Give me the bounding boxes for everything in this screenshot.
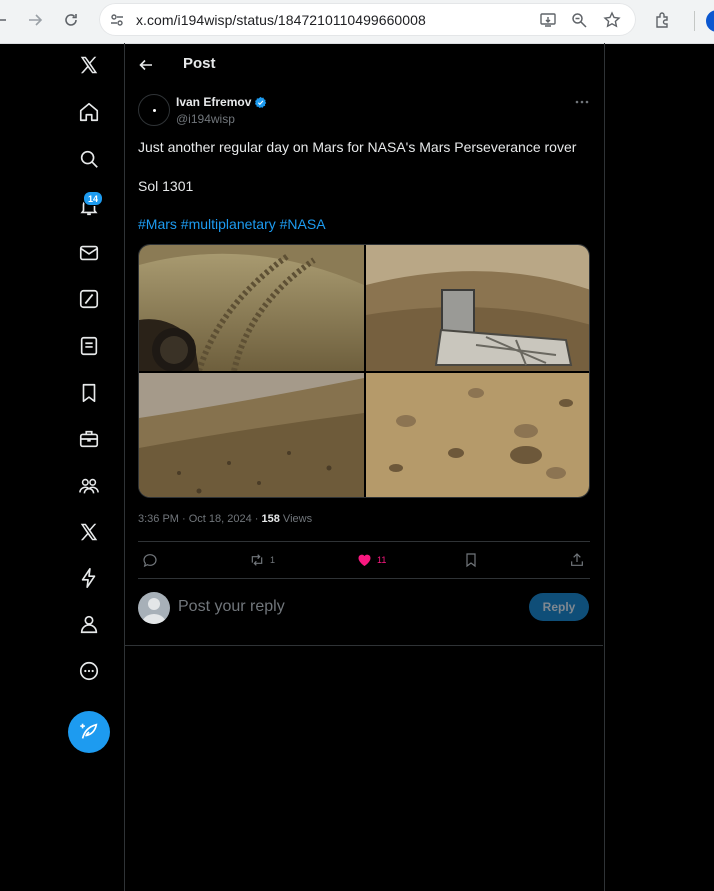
notifications-badge: 14 bbox=[83, 191, 103, 206]
mars-photo-2[interactable] bbox=[366, 245, 589, 371]
profile-icon[interactable] bbox=[74, 609, 104, 639]
share-icon bbox=[571, 553, 583, 566]
bookmark-action[interactable] bbox=[463, 548, 479, 572]
site-info-icon[interactable] bbox=[107, 10, 127, 30]
share-action[interactable] bbox=[569, 548, 585, 572]
toolbar-divider bbox=[694, 11, 695, 31]
post-hashtags: #Mars #multiplanetary #NASA bbox=[138, 216, 326, 232]
views-label: Views bbox=[279, 513, 313, 525]
current-user-avatar bbox=[138, 592, 170, 624]
reload-icon[interactable] bbox=[57, 6, 85, 34]
repost-count: 1 bbox=[270, 555, 276, 565]
x-logo-icon[interactable] bbox=[74, 50, 104, 80]
like-count: 11 bbox=[377, 555, 387, 565]
author-name-text: Ivan Efremov bbox=[176, 95, 252, 109]
mars-photo-3[interactable] bbox=[139, 373, 364, 497]
author-handle[interactable]: @i194wisp bbox=[176, 112, 235, 126]
address-bar[interactable]: x.com/i194wisp/status/184721011049966000… bbox=[99, 3, 636, 36]
repost-action[interactable]: 1 bbox=[248, 548, 275, 572]
home-icon[interactable] bbox=[74, 97, 104, 127]
extensions-icon[interactable] bbox=[649, 6, 677, 34]
hashtag-multiplanetary[interactable]: #multiplanetary bbox=[181, 216, 276, 232]
author-avatar[interactable] bbox=[138, 94, 170, 126]
bookmark-icon[interactable] bbox=[74, 378, 104, 408]
heart-filled-icon bbox=[358, 554, 371, 566]
bookmark-star-icon[interactable] bbox=[602, 10, 622, 30]
hashtag-nasa[interactable]: #NASA bbox=[280, 216, 326, 232]
repost-icon bbox=[251, 554, 263, 566]
compose-post-button[interactable] bbox=[68, 711, 110, 753]
search-icon[interactable] bbox=[74, 144, 104, 174]
more-options-icon[interactable] bbox=[570, 92, 594, 112]
premium-x-icon[interactable] bbox=[74, 517, 104, 547]
url-text: x.com/i194wisp/status/184721011049966000… bbox=[136, 12, 426, 28]
post-meta: 3:36 PM · Oct 18, 2024 · 158 Views bbox=[138, 513, 312, 525]
profile-avatar-icon[interactable] bbox=[706, 10, 714, 32]
page-title: Post bbox=[183, 55, 216, 72]
mars-photo-1[interactable] bbox=[139, 245, 364, 371]
verified-orgs-icon[interactable] bbox=[74, 563, 104, 593]
views-count: 158 bbox=[261, 513, 280, 525]
photo-gallery bbox=[138, 244, 590, 498]
divider bbox=[138, 541, 590, 542]
forward-nav-icon[interactable] bbox=[21, 6, 49, 34]
install-app-icon[interactable] bbox=[538, 10, 558, 30]
reply-input[interactable]: Post your reply bbox=[178, 598, 285, 616]
divider bbox=[138, 578, 590, 579]
reply-icon bbox=[143, 554, 157, 568]
reply-action[interactable] bbox=[142, 548, 158, 572]
hashtag-mars[interactable]: #Mars bbox=[138, 216, 177, 232]
bookmark-outline-icon bbox=[466, 553, 476, 568]
more-circle-icon[interactable] bbox=[74, 656, 104, 686]
post-timestamp[interactable]: 3:36 PM · Oct 18, 2024 · bbox=[138, 513, 262, 525]
browser-toolbar: x.com/i194wisp/status/184721011049966000… bbox=[0, 0, 714, 44]
back-nav-icon[interactable] bbox=[0, 6, 14, 34]
reply-button[interactable]: Reply bbox=[529, 593, 589, 621]
grok-icon[interactable] bbox=[74, 284, 104, 314]
post-sol-line: Sol 1301 bbox=[138, 178, 194, 194]
mail-icon[interactable] bbox=[74, 238, 104, 268]
back-arrow-icon[interactable] bbox=[136, 55, 156, 75]
zoom-icon[interactable] bbox=[569, 10, 589, 30]
author-name[interactable]: Ivan Efremov bbox=[176, 95, 267, 109]
reply-divider bbox=[125, 645, 603, 646]
briefcase-icon[interactable] bbox=[74, 424, 104, 454]
compose-post-icon bbox=[80, 723, 98, 739]
like-action[interactable]: 11 bbox=[356, 548, 386, 572]
communities-icon[interactable] bbox=[74, 471, 104, 501]
post-text-line: Just another regular day on Mars for NAS… bbox=[138, 139, 577, 155]
verified-badge-icon bbox=[255, 96, 267, 108]
mars-photo-4[interactable] bbox=[366, 373, 589, 497]
lists-icon[interactable] bbox=[74, 331, 104, 361]
